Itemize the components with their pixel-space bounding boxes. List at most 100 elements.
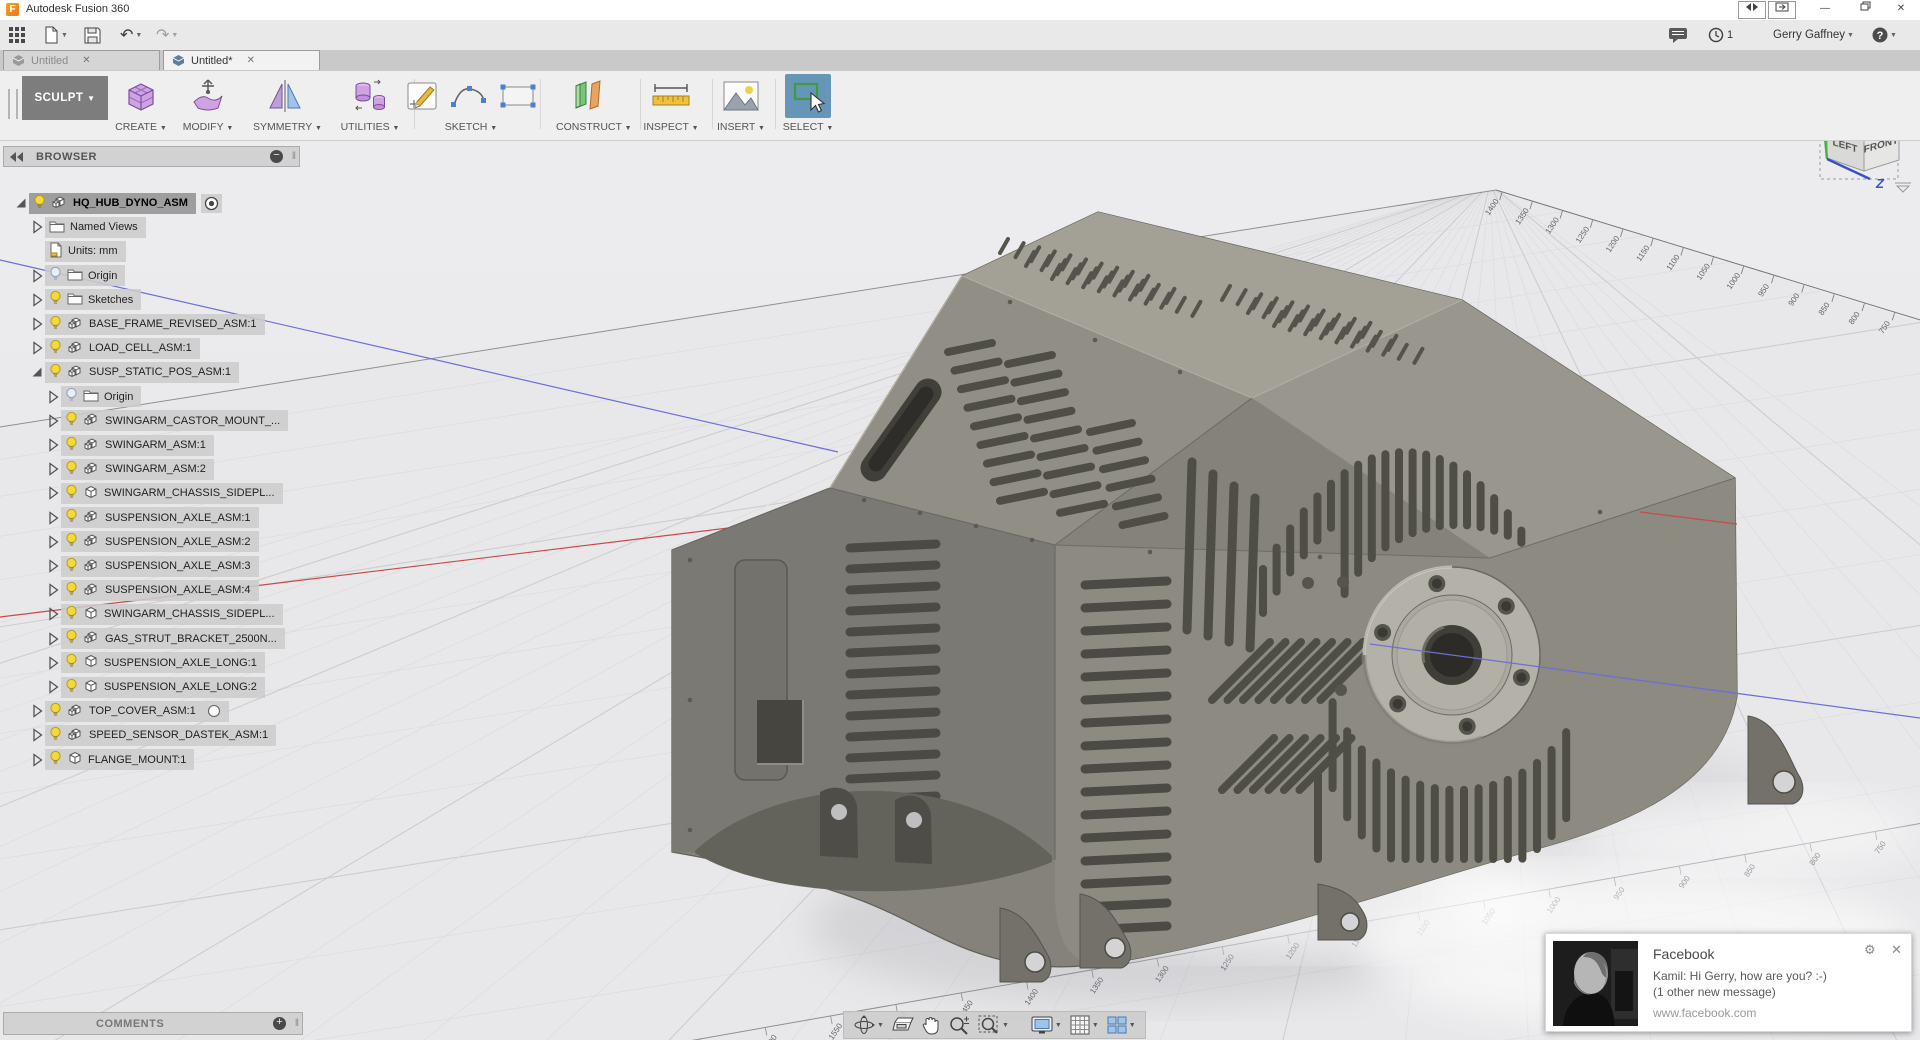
- undo-icon[interactable]: ↶▼: [120, 24, 142, 46]
- browser-item-label[interactable]: SWINGARM_CASTOR_MOUNT_...: [105, 415, 280, 427]
- browser-row[interactable]: Sketches: [29, 289, 141, 311]
- comments-panel[interactable]: COMMENTS + ‖: [3, 1012, 303, 1035]
- help-icon[interactable]: ? ▼: [1872, 24, 1897, 46]
- close-icon[interactable]: ✕: [82, 55, 90, 66]
- browser-row[interactable]: SUSPENSION_AXLE_ASM:3: [45, 555, 259, 577]
- visibility-bulb-on-icon[interactable]: [65, 629, 78, 648]
- close-icon[interactable]: ✕: [1886, 1, 1916, 17]
- browser-item-label[interactable]: Sketches: [88, 294, 133, 306]
- browser-item-label[interactable]: SUSPENSION_AXLE_ASM:1: [105, 512, 251, 524]
- select-active-button[interactable]: [785, 74, 831, 118]
- dock-toggle-button[interactable]: [1738, 1, 1766, 19]
- ribbon-group-label[interactable]: SELECT ▼: [776, 121, 840, 133]
- visibility-bulb-on-icon[interactable]: [65, 411, 78, 430]
- visibility-bulb-on-icon[interactable]: [65, 436, 78, 455]
- modify-icon[interactable]: [188, 76, 228, 116]
- browser-row[interactable]: SUSPENSION_AXLE_ASM:2: [45, 531, 259, 553]
- browser-row[interactable]: Units: mm: [29, 240, 126, 262]
- visibility-bulb-on-icon[interactable]: [49, 726, 62, 745]
- select-icon[interactable]: [789, 77, 827, 115]
- send-to-tray-button[interactable]: [1768, 1, 1796, 19]
- ribbon-group-label[interactable]: CONSTRUCT ▼: [556, 121, 620, 133]
- browser-row[interactable]: Origin: [45, 386, 141, 408]
- utilities-icon[interactable]: [350, 76, 390, 116]
- ribbon-group-label[interactable]: SYMMETRY ▼: [253, 121, 317, 133]
- zoom-icon[interactable]: [945, 1014, 973, 1036]
- display-settings-icon[interactable]: ▼: [1028, 1015, 1065, 1035]
- ribbon-group-label[interactable]: CREATE ▼: [109, 121, 173, 133]
- add-comment-icon[interactable]: +: [273, 1017, 286, 1030]
- redo-icon[interactable]: ↷▼: [156, 24, 178, 46]
- browser-row[interactable]: SUSP_STATIC_POS_ASM:1: [29, 361, 239, 383]
- visibility-bulb-on-icon[interactable]: [65, 557, 78, 576]
- visibility-bulb-on-icon[interactable]: [49, 750, 62, 769]
- visibility-bulb-on-icon[interactable]: [65, 605, 78, 624]
- ribbon-group-label[interactable]: MODIFY ▼: [176, 121, 240, 133]
- clock-icon[interactable]: 1: [1708, 24, 1733, 46]
- browser-item-label[interactable]: SWINGARM_CHASSIS_SIDEPL...: [104, 487, 275, 499]
- browser-item-label[interactable]: FLANGE_MOUNT:1: [88, 754, 186, 766]
- look-at-icon[interactable]: [889, 1015, 917, 1035]
- visibility-bulb-on-icon[interactable]: [65, 678, 78, 697]
- browser-row[interactable]: Origin: [29, 265, 125, 287]
- pan-icon[interactable]: [919, 1014, 943, 1036]
- ribbon-group-label[interactable]: INSPECT ▼: [639, 121, 703, 133]
- browser-item-label[interactable]: SUSPENSION_AXLE_LONG:1: [104, 657, 257, 669]
- construct-icon[interactable]: [568, 76, 608, 116]
- browser-row[interactable]: TOP_COVER_ASM:1: [29, 700, 229, 722]
- panel-grip[interactable]: ‖: [292, 151, 296, 162]
- visibility-bulb-on-icon[interactable]: [49, 339, 62, 358]
- browser-row[interactable]: SUSPENSION_AXLE_ASM:1: [45, 507, 259, 529]
- fit-icon[interactable]: ▼: [975, 1014, 1012, 1036]
- visibility-bulb-on-icon[interactable]: [65, 508, 78, 527]
- browser-row[interactable]: SWINGARM_CHASSIS_SIDEPL...: [45, 603, 283, 625]
- document-tab[interactable]: Untitled*✕: [163, 50, 320, 70]
- browser-row[interactable]: SWINGARM_CASTOR_MOUNT_...: [45, 410, 288, 432]
- browser-row[interactable]: SUSPENSION_AXLE_LONG:2: [45, 676, 265, 698]
- facebook-notification-popup[interactable]: Facebook Kamil: Hi Gerry, how are you? :…: [1545, 933, 1912, 1032]
- browser-item-label[interactable]: SWINGARM_ASM:2: [105, 463, 206, 475]
- browser-header[interactable]: BROWSER − ‖: [3, 146, 300, 167]
- visibility-bulb-on-icon[interactable]: [49, 290, 62, 309]
- browser-row[interactable]: SWINGARM_CHASSIS_SIDEPL...: [45, 482, 283, 504]
- browser-row[interactable]: SUSPENSION_AXLE_LONG:1: [45, 652, 265, 674]
- insert-icon[interactable]: [721, 79, 761, 113]
- comment-icon[interactable]: [1668, 24, 1688, 46]
- browser-item-label[interactable]: SUSP_STATIC_POS_ASM:1: [89, 366, 231, 378]
- browser-item-label[interactable]: HQ_HUB_DYNO_ASM: [73, 197, 188, 209]
- visibility-bulb-on-icon[interactable]: [65, 532, 78, 551]
- panel-grip[interactable]: ‖: [295, 1018, 299, 1029]
- ribbon-group-label[interactable]: INSERT ▼: [709, 121, 773, 133]
- browser-item-label[interactable]: SUSPENSION_AXLE_ASM:3: [105, 560, 251, 572]
- document-tab[interactable]: Untitled✕: [3, 50, 160, 70]
- remove-panel-icon[interactable]: −: [270, 150, 283, 163]
- grid-settings-icon[interactable]: ▼: [1067, 1014, 1102, 1036]
- toolbar-grip[interactable]: [8, 89, 18, 119]
- browser-row[interactable]: SUSPENSION_AXLE_ASM:4: [45, 579, 259, 601]
- browser-item-label[interactable]: SWINGARM_ASM:1: [105, 439, 206, 451]
- sketch-spline-icon[interactable]: [450, 81, 490, 111]
- browser-row[interactable]: LOAD_CELL_ASM:1: [29, 337, 200, 359]
- gear-icon[interactable]: ⚙: [1864, 942, 1876, 958]
- minimize-button[interactable]: —: [1810, 1, 1840, 17]
- save-icon[interactable]: [84, 24, 101, 46]
- app-grid-icon[interactable]: [8, 24, 26, 46]
- browser-row[interactable]: BASE_FRAME_REVISED_ASM:1: [29, 313, 265, 335]
- activate-radio-icon[interactable]: [207, 704, 221, 718]
- workspace-selector[interactable]: SCULPT ▼: [22, 76, 108, 120]
- browser-item-label[interactable]: SUSPENSION_AXLE_ASM:2: [105, 536, 251, 548]
- user-menu[interactable]: Gerry Gaffney ▼: [1773, 24, 1854, 46]
- browser-row[interactable]: SPEED_SENSOR_DASTEK_ASM:1: [29, 724, 276, 746]
- browser-item-label[interactable]: Units: mm: [68, 245, 118, 257]
- symmetry-icon[interactable]: [265, 76, 305, 116]
- visibility-bulb-on-icon[interactable]: [49, 315, 62, 334]
- browser-item-label[interactable]: LOAD_CELL_ASM:1: [89, 342, 192, 354]
- viewcube-menu-icon[interactable]: [1895, 183, 1911, 192]
- browser-item-label[interactable]: SUSPENSION_AXLE_ASM:4: [105, 584, 251, 596]
- orbit-icon[interactable]: ▼: [850, 1014, 887, 1036]
- browser-row[interactable]: SWINGARM_ASM:1: [45, 434, 214, 456]
- viewports-icon[interactable]: ▼: [1104, 1015, 1139, 1035]
- visibility-bulb-on-icon[interactable]: [49, 363, 62, 382]
- close-icon[interactable]: ✕: [247, 55, 255, 66]
- ribbon-group-label[interactable]: SKETCH ▼: [393, 121, 549, 133]
